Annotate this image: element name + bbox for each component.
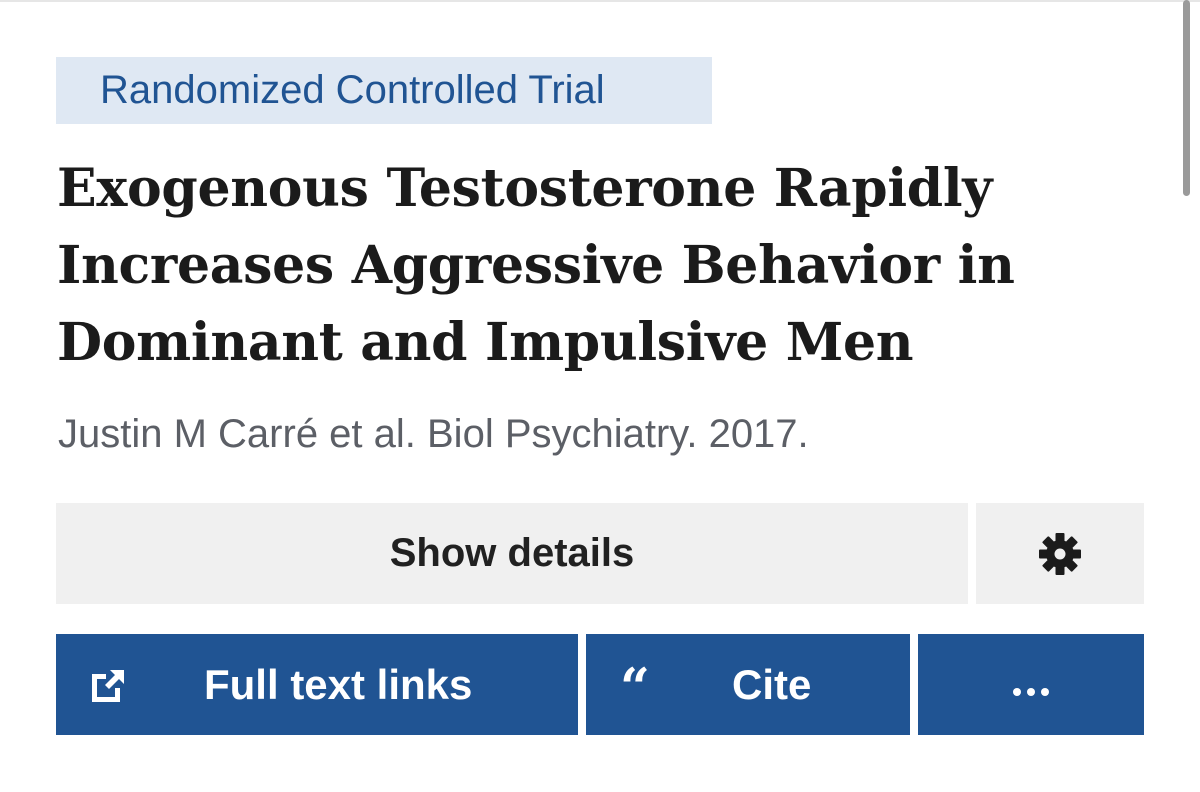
scrollbar-thumb[interactable]	[1183, 0, 1190, 196]
publication-type-badge[interactable]: Randomized Controlled Trial	[56, 57, 712, 124]
cite-button[interactable]: “ Cite	[586, 634, 910, 735]
top-divider	[0, 0, 1200, 2]
article-title: Exogenous Testosterone Rapidly Increases…	[57, 158, 1015, 373]
full-text-links-label: Full text links	[204, 660, 473, 708]
show-details-button[interactable]: Show details	[56, 503, 968, 604]
publication-type-label: Randomized Controlled Trial	[100, 68, 605, 112]
cite-label: Cite	[732, 660, 812, 708]
show-details-label: Show details	[389, 531, 635, 575]
full-text-links-button[interactable]: Full text links	[56, 634, 578, 735]
ellipsis-icon	[1013, 687, 1049, 696]
more-actions-button[interactable]	[918, 634, 1144, 735]
quote-icon: “	[620, 657, 650, 719]
settings-button[interactable]	[976, 503, 1144, 604]
external-link-icon	[92, 670, 124, 702]
gear-icon	[1039, 532, 1081, 575]
article-citation: Justin M Carré et al. Biol Psychiatry. 2…	[58, 412, 809, 456]
